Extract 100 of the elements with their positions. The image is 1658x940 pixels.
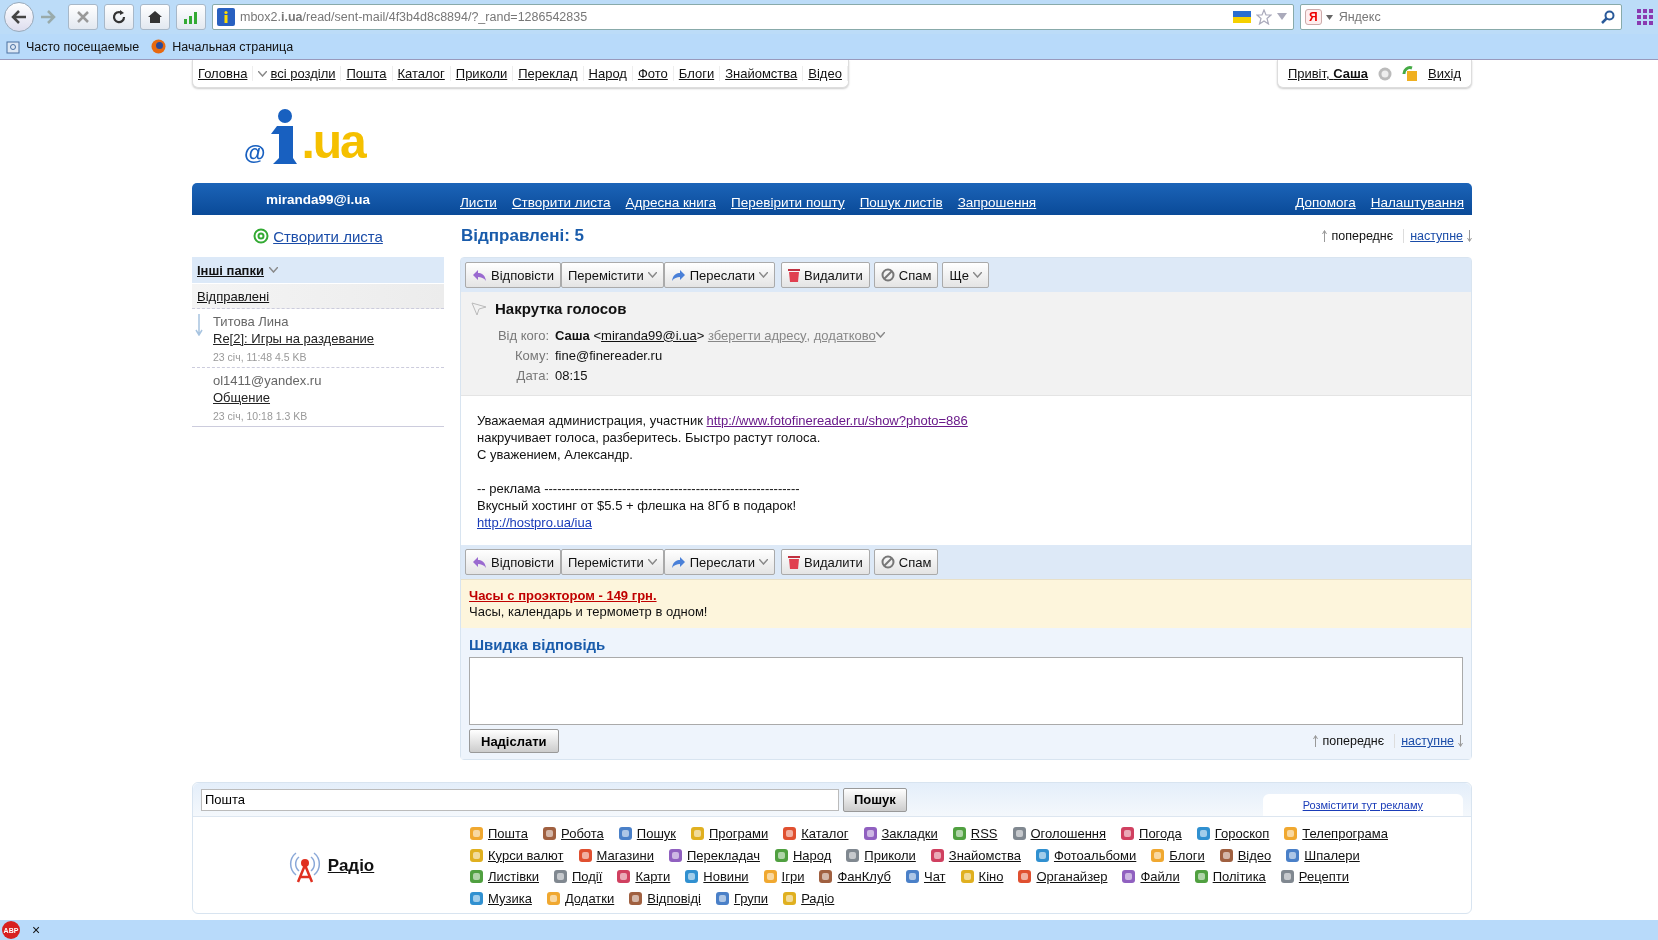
mail-nav-link[interactable]: Налаштування — [1370, 194, 1464, 210]
bookmark-link[interactable]: Часто посещаемые — [26, 39, 140, 54]
reload-button[interactable] — [104, 4, 134, 30]
mail-nav-link[interactable]: Створити листа — [511, 194, 611, 210]
service-link[interactable]: Знайомства — [948, 847, 1021, 863]
service-link[interactable]: Перекладач — [686, 847, 760, 863]
home-button[interactable] — [140, 4, 170, 30]
service-link[interactable]: RSS — [970, 826, 998, 842]
nav-link[interactable]: Відео — [808, 66, 842, 81]
forward-icon[interactable] — [40, 10, 56, 24]
send-button[interactable]: Надіслати — [469, 729, 559, 753]
service-link[interactable]: Оголошення — [1030, 826, 1107, 842]
mail-nav-link[interactable]: Пошук листів — [859, 194, 943, 210]
radio-link[interactable]: Радіо — [327, 856, 375, 876]
back-button[interactable] — [4, 2, 34, 32]
message-link[interactable]: http://www.fotofinereader.ru/show?photo=886 — [706, 413, 968, 428]
service-link[interactable]: Пошта — [488, 826, 529, 842]
nav-link[interactable]: всі розділи — [270, 66, 336, 81]
mail-nav-link[interactable]: Адресна книга — [625, 194, 716, 210]
toolbar-button[interactable]: Спам — [873, 549, 939, 575]
toolbar-button[interactable]: Відповісти — [465, 549, 561, 575]
toolbar-button[interactable]: Видалити — [781, 262, 870, 288]
nav-link[interactable]: Приколи — [455, 66, 508, 81]
service-link[interactable]: Рецепти — [1298, 869, 1349, 885]
service-link[interactable]: Програми — [709, 826, 769, 842]
service-link[interactable]: Погода — [1139, 826, 1182, 842]
search-button[interactable]: Пошук — [843, 787, 907, 812]
message-link[interactable]: http://hostpro.ua/iua — [477, 515, 592, 530]
star-icon[interactable] — [1256, 9, 1272, 25]
service-link[interactable]: Відповіді — [647, 890, 701, 906]
mail-nav-link[interactable]: Запрошення — [957, 194, 1037, 210]
toolbar-button[interactable]: Переслати — [663, 262, 775, 288]
service-link[interactable]: Приколи — [864, 847, 916, 863]
mail-nav-link[interactable]: Перевірити пошту — [731, 194, 845, 210]
search-icon[interactable] — [1601, 10, 1615, 24]
stop-button[interactable] — [68, 4, 98, 30]
message-subject[interactable]: Общение — [213, 390, 322, 405]
service-link[interactable]: Каталог — [801, 826, 849, 842]
service-link[interactable]: Карти — [635, 869, 671, 885]
mail-nav-link[interactable]: Листи — [460, 194, 497, 210]
logo[interactable]: @ .ua — [244, 104, 384, 166]
service-link[interactable]: Блоги — [1169, 847, 1205, 863]
nav-link[interactable]: Пошта — [346, 66, 387, 81]
signal-button[interactable] — [176, 4, 206, 30]
toolbar-button[interactable]: Переслати — [663, 549, 775, 575]
search-field[interactable]: Я Яндекс — [1300, 4, 1622, 30]
service-link[interactable]: Групи — [733, 890, 769, 906]
next-link[interactable]: наступне — [1394, 734, 1454, 748]
toolbar-button[interactable]: Відповісти — [465, 262, 561, 288]
message-subject[interactable]: Re[2]: Игры на раздевание — [213, 331, 375, 346]
service-link[interactable]: Додатки — [564, 890, 615, 906]
service-link[interactable]: Кіно — [978, 869, 1004, 885]
nav-link[interactable]: Каталог — [397, 66, 445, 81]
nav-link[interactable]: Переклад — [518, 66, 578, 81]
search-engine-badge[interactable]: Я — [1305, 9, 1322, 25]
bookmark-link[interactable]: Начальная страница — [172, 39, 294, 54]
service-link[interactable]: Фотоальбоми — [1053, 847, 1137, 863]
service-link[interactable]: Органайзер — [1036, 869, 1108, 885]
service-link[interactable]: Ігри — [781, 869, 805, 885]
portal-search-field[interactable]: Пошта — [201, 788, 839, 811]
address-bar[interactable]: mbox2.i.ua/read/sent-mail/4f3b4d8c8894/?_rand=1286542835 — [212, 4, 1294, 30]
service-link[interactable]: Народ — [792, 847, 832, 863]
service-link[interactable]: Закладки — [881, 826, 938, 842]
nav-link[interactable]: Головна — [198, 66, 248, 81]
service-link[interactable]: Листівки — [488, 869, 539, 885]
service-link[interactable]: Телепрограма — [1302, 826, 1388, 842]
toolbar-button[interactable]: Ще — [942, 262, 989, 288]
compose-link[interactable]: Створити листа — [273, 227, 383, 245]
nav-link[interactable]: Фото — [637, 66, 668, 81]
service-link[interactable]: Курси валют — [488, 847, 564, 863]
grid-icon[interactable] — [1636, 8, 1654, 26]
close-button[interactable]: × — [32, 922, 41, 938]
flag-outline-icon[interactable] — [471, 301, 487, 316]
nav-link[interactable]: Знайомства — [725, 66, 798, 81]
toolbar-button[interactable]: Видалити — [781, 549, 870, 575]
service-link[interactable]: Політика — [1212, 869, 1266, 885]
greeting-link[interactable]: Привіт, Саша — [1287, 66, 1369, 81]
folder-item[interactable]: Відправлені — [192, 284, 444, 309]
service-link[interactable]: Чат — [924, 869, 946, 885]
service-link[interactable]: Радіо — [801, 890, 835, 906]
service-link[interactable]: Музика — [488, 890, 532, 906]
reply-field[interactable] — [469, 657, 1463, 725]
service-link[interactable]: Відео — [1237, 847, 1272, 863]
nav-link[interactable]: Блоги — [678, 66, 715, 81]
service-link[interactable]: Магазини — [596, 847, 654, 863]
mail-nav-link[interactable]: Допомога — [1295, 194, 1356, 210]
service-link[interactable]: Новини — [703, 869, 749, 885]
folder-menu[interactable]: Інші папки — [192, 257, 444, 284]
dropdown-icon[interactable] — [1277, 13, 1287, 21]
service-link[interactable]: Події — [572, 869, 603, 885]
service-link[interactable]: ФанКлуб — [837, 869, 891, 885]
service-link[interactable]: Шпалери — [1304, 847, 1360, 863]
toolbar-button[interactable]: Перемістити — [560, 549, 664, 575]
toolbar-button[interactable]: Спам — [873, 262, 939, 288]
next-link[interactable]: наступне — [1403, 229, 1463, 243]
service-link[interactable]: Пошук — [636, 826, 676, 842]
logout-link[interactable]: Вихід — [1428, 66, 1461, 81]
nav-link[interactable]: Народ — [588, 66, 627, 81]
coin-icon[interactable] — [1378, 66, 1393, 81]
email-link[interactable]: miranda99@i.ua — [601, 327, 697, 343]
